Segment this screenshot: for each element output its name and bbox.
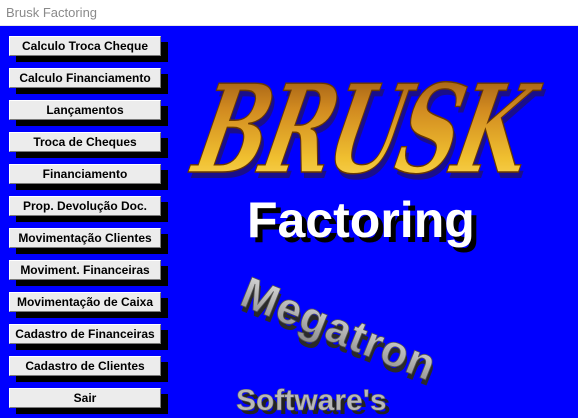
brusk-logo-letters: BRUSK	[181, 58, 548, 201]
factoring-letters: Factoring	[247, 192, 475, 248]
brusk-logo-text: BRUSK BRUSK	[181, 58, 552, 208]
softwares-letters: Software's	[236, 384, 387, 417]
megatron-logo-text: Megatron Megatron	[234, 267, 445, 396]
softwares-logo-text: Software's Software's	[236, 384, 391, 418]
factoring-logo-text: Factoring Factoring	[247, 192, 480, 253]
main-window-area: Calculo Troca Cheque Calculo Financiamen…	[0, 26, 578, 418]
window-titlebar[interactable]: Brusk Factoring	[0, 0, 578, 26]
window-title: Brusk Factoring	[6, 5, 98, 20]
brand-logo-graphic: BRUSK BRUSK Factoring Factoring Megatron…	[181, 58, 552, 418]
